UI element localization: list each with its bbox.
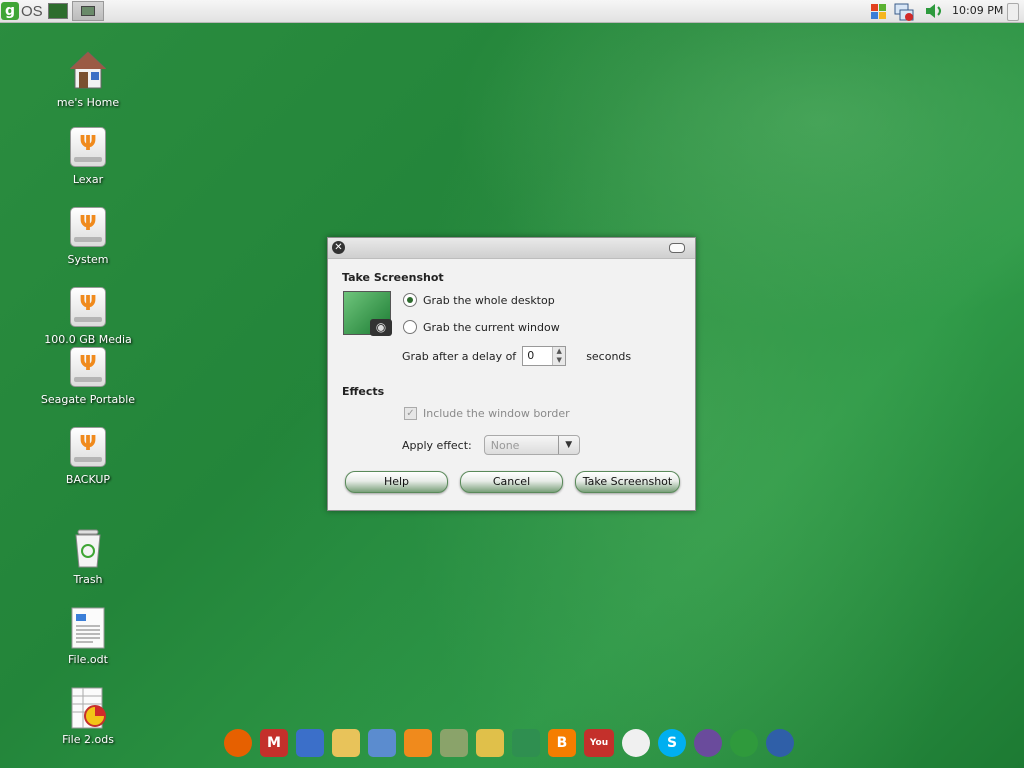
firefox-icon[interactable] (224, 729, 252, 757)
application-dock: M B You S (224, 729, 802, 761)
spreadsheet-graphic (71, 687, 106, 729)
screenshot-preview-icon: ◉ (343, 291, 392, 336)
edit-icon[interactable] (332, 729, 360, 757)
chevron-down-icon[interactable]: ▼ (557, 436, 579, 454)
network-disconnected-icon[interactable] (894, 2, 914, 21)
desktop-icon-seagate[interactable]: Ψ Seagate Portable (28, 347, 148, 406)
spin-arrows-icon[interactable]: ▲ ▼ (552, 347, 566, 365)
delay-suffix: seconds (586, 349, 632, 363)
notification-icon[interactable] (1007, 3, 1019, 21)
gmail-icon[interactable]: M (260, 729, 288, 757)
include-border-option[interactable]: ✓ Include the window border (404, 407, 570, 420)
radio-whole-desktop[interactable] (403, 293, 417, 307)
desktop-icon-label: Seagate Portable (40, 393, 136, 406)
include-border-checkbox[interactable]: ✓ (404, 407, 417, 420)
desktop-icon-label: System (67, 253, 109, 266)
delay-row: Grab after a delay of 0 ▲ ▼ seconds (402, 346, 631, 366)
desktop-icon-label: File 2.ods (62, 733, 114, 746)
include-border-label: Include the window border (423, 407, 570, 420)
openoffice-writer-icon[interactable] (766, 729, 794, 757)
clock[interactable]: 10:09 PM (952, 4, 1003, 17)
desktop-icon-label: Trash (73, 573, 103, 586)
desktop-icon-trash[interactable]: Trash (28, 527, 148, 586)
desktop-icon-label: me's Home (56, 96, 120, 109)
usb-drive-icon: Ψ (69, 207, 107, 249)
trash-graphic (75, 529, 101, 568)
maximize-icon[interactable] (669, 243, 685, 253)
home-graphic (69, 51, 107, 89)
radio-whole-desktop-label: Grab the whole desktop (423, 293, 555, 307)
document-graphic (71, 607, 105, 649)
cancel-button[interactable]: Cancel (460, 471, 563, 493)
radio-current-window[interactable] (403, 320, 417, 334)
delay-label: Grab after a delay of (402, 349, 517, 363)
openoffice-calc-icon[interactable] (730, 729, 758, 757)
show-desktop-button[interactable] (47, 3, 68, 19)
close-icon[interactable]: ✕ (332, 241, 345, 254)
desktop-icon-label: File.odt (68, 653, 108, 666)
usb-drive-icon: Ψ (69, 427, 107, 469)
help-button[interactable]: Help (345, 471, 448, 493)
grab-whole-desktop-option[interactable]: Grab the whole desktop (403, 293, 555, 307)
radio-current-window-label: Grab the current window (423, 320, 560, 334)
photos-icon[interactable] (512, 729, 540, 757)
usb-drive-icon: Ψ (69, 127, 107, 169)
shopping-bag-icon[interactable] (476, 729, 504, 757)
gos-logo-text[interactable]: OS (21, 3, 43, 20)
desktop-icon-file-ods[interactable]: File 2.ods (28, 687, 148, 746)
desktop-icon-media[interactable]: Ψ 100.0 GB Media (28, 287, 148, 346)
trash-icon (69, 527, 107, 569)
taskbar-window-button[interactable] (71, 1, 104, 21)
apply-effect-row: Apply effect: None ▼ (402, 435, 580, 455)
effect-value: None (490, 439, 520, 452)
rss-icon[interactable] (404, 729, 432, 757)
desktop-icon-file-odt[interactable]: File.odt (28, 607, 148, 666)
usb-drive-icon: Ψ (69, 347, 107, 389)
top-panel: g OS 10:09 PM (0, 0, 1024, 23)
news-icon[interactable] (440, 729, 468, 757)
home-icon (69, 50, 107, 92)
openoffice-icon[interactable] (694, 729, 722, 757)
window-icon (80, 6, 95, 16)
tools-icon[interactable] (368, 729, 396, 757)
chat-icon[interactable] (622, 729, 650, 757)
skype-icon[interactable]: S (658, 729, 686, 757)
desktop-icon-label: 100.0 GB Media (44, 333, 132, 346)
document-icon (69, 607, 107, 649)
color-windows-icon[interactable] (869, 2, 887, 20)
grab-current-window-option[interactable]: Grab the current window (403, 320, 560, 334)
take-screenshot-heading: Take Screenshot (342, 271, 444, 284)
effects-heading: Effects (342, 385, 385, 398)
delay-value: 0 (527, 349, 535, 362)
effect-dropdown[interactable]: None ▼ (483, 435, 580, 455)
gos-logo-icon[interactable]: g (1, 2, 19, 20)
volume-graphic (926, 4, 941, 18)
desktop-icon-label: Lexar (72, 173, 104, 186)
desktop-icon-system[interactable]: Ψ System (28, 207, 148, 266)
camera-icon: ◉ (370, 319, 392, 336)
take-screenshot-dialog: ✕ Take Screenshot ◉ Grab the whole deskt… (327, 237, 696, 511)
take-screenshot-button[interactable]: Take Screenshot (575, 471, 680, 493)
youtube-icon[interactable]: You (584, 729, 614, 757)
usb-drive-icon: Ψ (69, 287, 107, 329)
dialog-titlebar[interactable]: ✕ (328, 238, 695, 259)
spreadsheet-icon (69, 687, 107, 729)
network-graphic (894, 3, 914, 21)
delay-spinbox[interactable]: 0 ▲ ▼ (522, 346, 567, 366)
apply-effect-label: Apply effect: (402, 438, 472, 452)
desktop-icon-lexar[interactable]: Ψ Lexar (28, 127, 148, 186)
blogger-icon[interactable]: B (548, 729, 576, 757)
desktop-icon-label: BACKUP (65, 473, 111, 486)
calendar-icon[interactable] (296, 729, 324, 757)
desktop-icon-backup[interactable]: Ψ BACKUP (28, 427, 148, 486)
volume-icon[interactable] (924, 2, 942, 20)
color-windows-icon-graphic (871, 4, 886, 19)
desktop-icon-home[interactable]: me's Home (28, 50, 148, 109)
